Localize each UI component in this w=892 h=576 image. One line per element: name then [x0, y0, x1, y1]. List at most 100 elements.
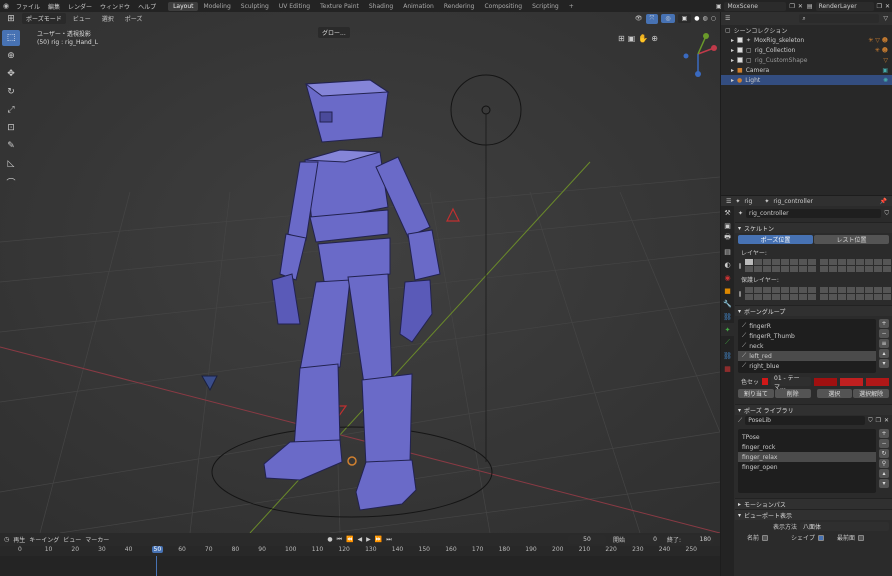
- active-color[interactable]: [866, 377, 890, 386]
- mode-selector[interactable]: ポーズモード: [22, 13, 66, 24]
- pose-position-button[interactable]: ポーズ位置: [738, 235, 813, 244]
- shield-icon[interactable]: ⛉: [868, 417, 873, 425]
- shading-render-icon[interactable]: ○: [711, 15, 716, 22]
- start-frame-field[interactable]: 開始 0: [610, 535, 660, 544]
- gizmo-toggle[interactable]: ⤧: [645, 13, 659, 24]
- assign-button[interactable]: 割り当て: [738, 389, 774, 398]
- remove-button[interactable]: 削除: [774, 389, 811, 398]
- select-button[interactable]: 選択: [816, 389, 853, 398]
- bone-group-list[interactable]: ⟋ fingerR ⟋ fingerR_Thumb ⟋ neck ⟋ left_red …: [738, 319, 876, 373]
- play-icon[interactable]: ▶: [366, 536, 371, 543]
- tab-modeling[interactable]: Modeling: [198, 2, 235, 11]
- move-down-icon[interactable]: ▾: [879, 479, 889, 488]
- xray-toggle[interactable]: ▣: [677, 14, 692, 23]
- texture-tab-icon[interactable]: ▦: [721, 362, 734, 375]
- checkbox[interactable]: [737, 57, 744, 63]
- protected-grid-right[interactable]: [820, 287, 891, 300]
- shape-checkbox[interactable]: [818, 534, 825, 541]
- measure-tool-icon[interactable]: ◺: [2, 156, 20, 172]
- name-checkbox[interactable]: [762, 534, 769, 541]
- layer-checkbox[interactable]: [739, 262, 741, 269]
- move-up-icon[interactable]: ▴: [879, 349, 889, 358]
- remove-icon[interactable]: −: [879, 329, 889, 338]
- bone-tab-icon[interactable]: ⟋: [721, 336, 734, 349]
- filter-icon[interactable]: ▽: [883, 15, 888, 22]
- tab-layout[interactable]: Layout: [168, 1, 199, 11]
- blender-logo-icon[interactable]: ◉: [0, 0, 12, 12]
- color-set-dropdown[interactable]: 01 - テーマ...: [771, 375, 812, 391]
- grid-view-icon[interactable]: ⊞: [618, 34, 625, 43]
- select-box-tool-icon[interactable]: ⬚: [2, 30, 20, 46]
- rotate-tool-icon[interactable]: ↻: [2, 84, 20, 100]
- pose-tool-icon[interactable]: ⌒: [2, 174, 20, 190]
- tab-shading[interactable]: Shading: [364, 2, 398, 11]
- outliner-type-icon[interactable]: ☰: [725, 15, 730, 22]
- rest-position-button[interactable]: レスト位置: [814, 235, 889, 244]
- pose-list[interactable]: TPose finger_rock finger_relax finger_op…: [738, 429, 876, 493]
- current-frame-field[interactable]: 50: [568, 535, 606, 544]
- deselect-button[interactable]: 選択解除: [853, 389, 889, 398]
- scene-selector[interactable]: MoxScene: [724, 1, 787, 11]
- output-tab-icon[interactable]: 🖶: [721, 232, 734, 245]
- transform-tool-icon[interactable]: ⊡: [2, 120, 20, 136]
- move-tool-icon[interactable]: ✥: [2, 66, 20, 82]
- list-item[interactable]: ⟋ right_blue: [738, 361, 876, 371]
- transform-orientation-dropdown[interactable]: グロー...: [318, 27, 350, 38]
- view-layer-selector[interactable]: RenderLayer: [815, 1, 874, 11]
- close-icon[interactable]: ✕: [884, 417, 889, 424]
- hand-pan-icon[interactable]: ✋: [638, 34, 648, 43]
- timeline-body[interactable]: [0, 556, 720, 576]
- record-icon[interactable]: ●: [327, 536, 332, 543]
- menu-view[interactable]: ビュー: [69, 14, 95, 23]
- close-icon[interactable]: ✕: [798, 3, 803, 10]
- tool-tab-icon[interactable]: ⚒: [721, 206, 734, 219]
- add-workspace-button[interactable]: +: [564, 2, 579, 11]
- skeleton-panel-header[interactable]: ▾ スケルトン: [735, 222, 892, 233]
- layer-grid-right[interactable]: [820, 259, 891, 272]
- in-front-checkbox[interactable]: [858, 534, 865, 541]
- frame-ruler[interactable]: 0 10 20 30 40 50 60 70 80 90 100 110 120 130 140 150 160…: [0, 546, 720, 556]
- duplicate-icon[interactable]: ❐: [876, 417, 881, 424]
- modifier-tab-icon[interactable]: 🔧: [721, 297, 734, 310]
- move-up-icon[interactable]: ▴: [879, 469, 889, 478]
- menu-window[interactable]: ウィンドウ: [96, 2, 134, 11]
- list-item[interactable]: ▸ ● Light ✺: [721, 75, 892, 85]
- tab-animation[interactable]: Animation: [398, 2, 439, 11]
- copy-icon[interactable]: ❐: [789, 3, 794, 10]
- editor-type-icon[interactable]: ⊞: [3, 14, 19, 24]
- apply-pose-icon[interactable]: ↻: [879, 449, 889, 458]
- shading-solid-icon[interactable]: ●: [694, 15, 699, 22]
- data-tab-icon[interactable]: ✦: [721, 323, 734, 336]
- viewport-display-panel-header[interactable]: ▾ ビューポート表示: [735, 509, 892, 520]
- menu-pose[interactable]: ポーズ: [121, 14, 147, 23]
- pose-library-panel-header[interactable]: ▾ ポーズ ライブラリ: [735, 404, 892, 415]
- pose-lib-field[interactable]: PoseLib: [745, 416, 866, 425]
- list-item[interactable]: ▸ ✦ MoxRig_skeleton ✳ ▽ ☻: [721, 35, 892, 45]
- properties-type-icon[interactable]: ☰: [726, 198, 731, 205]
- list-item[interactable]: ⟋ neck: [738, 341, 876, 351]
- shading-material-icon[interactable]: ◍: [703, 15, 708, 22]
- copy-layer-icon[interactable]: ❐: [877, 3, 882, 10]
- playback-menu[interactable]: 再生: [13, 535, 25, 544]
- protected-layer-checkbox[interactable]: [739, 290, 741, 297]
- world-tab-icon[interactable]: ◉: [721, 271, 734, 284]
- cursor-tool-icon[interactable]: ⊕: [2, 48, 20, 64]
- object-tab-icon[interactable]: ■: [721, 284, 734, 297]
- tab-uv-editing[interactable]: UV Editing: [274, 2, 315, 11]
- menu-edit[interactable]: 編集: [44, 2, 64, 11]
- data-name-field[interactable]: rig_controller: [746, 209, 882, 218]
- pin-icon[interactable]: 📌: [880, 198, 887, 205]
- add-icon[interactable]: +: [879, 319, 889, 328]
- marker-menu[interactable]: マーカー: [85, 535, 109, 544]
- view-menu[interactable]: ビュー: [63, 535, 81, 544]
- view-layer-tab-icon[interactable]: ▤: [721, 245, 734, 258]
- menu-file[interactable]: ファイル: [12, 2, 44, 11]
- list-item[interactable]: ▸ ▢ rig_Collection ✳ ☻: [721, 45, 892, 55]
- list-item[interactable]: ▸ ■ Camera ▣: [721, 65, 892, 75]
- motion-paths-panel-header[interactable]: ▸ モーションパス: [735, 498, 892, 509]
- next-key-icon[interactable]: ⏩: [375, 536, 382, 543]
- menu-select[interactable]: 選択: [98, 14, 118, 23]
- list-item[interactable]: ⟋ left_red: [738, 351, 876, 361]
- prev-key-icon[interactable]: ⏪: [346, 536, 353, 543]
- jump-start-icon[interactable]: ⏮: [337, 536, 342, 544]
